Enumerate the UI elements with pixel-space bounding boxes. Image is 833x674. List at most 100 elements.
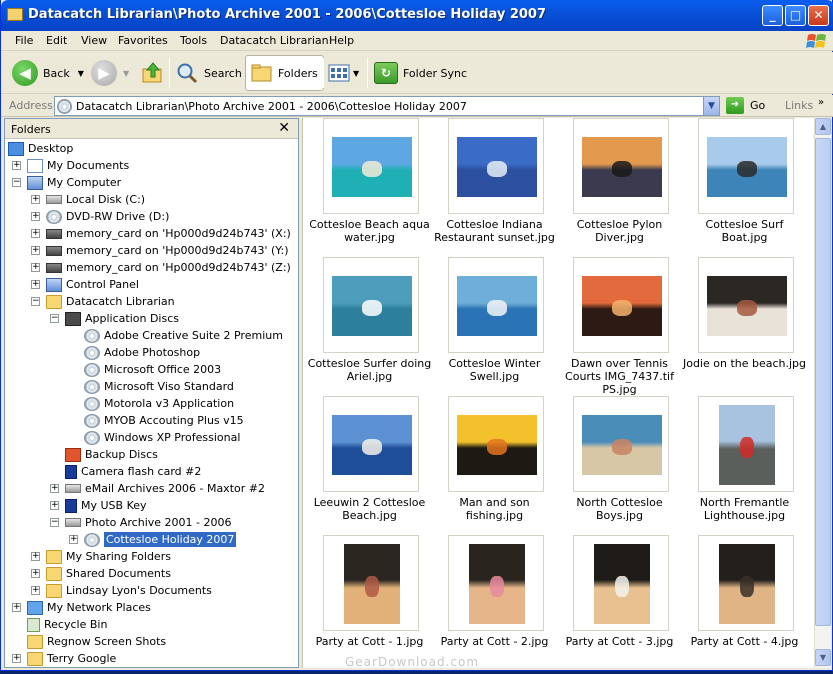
tree-item[interactable]: My USB Key: [65, 497, 147, 514]
expand-icon[interactable]: +: [12, 654, 21, 663]
menu-edit[interactable]: Edit: [46, 34, 67, 47]
address-dropdown-button[interactable]: ▼: [703, 97, 719, 115]
thumbnail-item[interactable]: Party at Cott - 2.jpg: [432, 535, 557, 674]
title-bar[interactable]: Datacatch Librarian\Photo Archive 2001 -…: [1, 0, 833, 31]
thumbnail-item[interactable]: Cottesloe Beach aqua water.jpg: [307, 118, 432, 257]
back-button[interactable]: ◀ Back ▼: [12, 55, 84, 91]
tree-item[interactable]: Adobe Creative Suite 2 Premium: [84, 327, 283, 344]
tree-item[interactable]: Microsoft Office 2003: [84, 361, 221, 378]
tree-item[interactable]: Application Discs: [65, 310, 179, 327]
tree-item[interactable]: Windows XP Professional: [84, 429, 240, 446]
tree-item[interactable]: Regnow Screen Shots: [27, 633, 166, 650]
thumbnail-item[interactable]: Cottesloe Surfer doing Ariel.jpg: [307, 257, 432, 396]
thumbnail-item[interactable]: Party at Cott - 3.jpg: [557, 535, 682, 674]
expand-icon[interactable]: +: [69, 535, 78, 544]
search-button[interactable]: Search: [175, 55, 242, 91]
collapse-icon[interactable]: −: [31, 297, 40, 306]
forward-button[interactable]: ▶ ▼: [91, 55, 129, 91]
tree-item[interactable]: memory_card on 'Hp000d9d24b743' (X:): [46, 225, 291, 242]
chevron-right-icon[interactable]: »: [818, 97, 824, 108]
thumbnail-item[interactable]: Cottesloe Surf Boat.jpg: [682, 118, 807, 257]
tree-item[interactable]: Recycle Bin: [27, 616, 107, 633]
chevron-down-icon[interactable]: ▼: [353, 69, 359, 78]
expand-icon[interactable]: +: [50, 501, 59, 510]
expand-icon[interactable]: +: [12, 161, 21, 170]
thumbnail-item[interactable]: North Fremantle Lighthouse.jpg: [682, 396, 807, 535]
expand-icon[interactable]: +: [31, 263, 40, 272]
tree-item[interactable]: Camera flash card #2: [65, 463, 201, 480]
tree-item[interactable]: Control Panel: [46, 276, 139, 293]
tree-item[interactable]: Desktop: [8, 140, 73, 157]
tree-item[interactable]: Cottesloe Holiday 2007: [84, 531, 237, 548]
chevron-down-icon[interactable]: ▼: [78, 69, 84, 78]
collapse-icon[interactable]: −: [50, 518, 59, 527]
maximize-button[interactable]: □: [785, 5, 806, 26]
tree-item[interactable]: My Sharing Folders: [46, 548, 171, 565]
expand-icon[interactable]: +: [12, 603, 21, 612]
expand-icon[interactable]: +: [31, 195, 40, 204]
tree-item[interactable]: Backup Discs: [65, 446, 158, 463]
tree-item[interactable]: Datacatch Librarian: [46, 293, 175, 310]
photo-subject: [487, 300, 507, 316]
expand-icon[interactable]: +: [31, 280, 40, 289]
tree-item[interactable]: Lindsay Lyon's Documents: [46, 582, 212, 599]
tree-item[interactable]: My Network Places: [27, 599, 151, 616]
scroll-down-button[interactable]: ▼: [815, 649, 831, 666]
tree-item[interactable]: My Documents: [27, 157, 129, 174]
go-button[interactable]: ➜ Go: [726, 97, 765, 114]
photo-subject: [365, 576, 379, 597]
thumbnail-item[interactable]: North Cottesloe Boys.jpg: [557, 396, 682, 535]
tree-item[interactable]: My Computer: [27, 174, 121, 191]
thumbnail-frame: [698, 118, 794, 214]
expand-icon[interactable]: +: [31, 552, 40, 561]
expand-icon[interactable]: +: [50, 484, 59, 493]
menu-tools[interactable]: Tools: [180, 34, 207, 47]
address-input[interactable]: Datacatch Librarian\Photo Archive 2001 -…: [54, 96, 720, 116]
tree-item[interactable]: Photo Archive 2001 - 2006: [65, 514, 231, 531]
expand-icon[interactable]: +: [31, 229, 40, 238]
collapse-icon[interactable]: −: [12, 178, 21, 187]
expand-icon[interactable]: +: [31, 246, 40, 255]
tree-item[interactable]: Microsoft Viso Standard: [84, 378, 234, 395]
expand-icon[interactable]: +: [31, 586, 40, 595]
tree-item[interactable]: memory_card on 'Hp000d9d24b743' (Y:): [46, 242, 289, 259]
folder-sync-button[interactable]: ↻ Folder Sync: [374, 55, 467, 91]
expand-icon[interactable]: +: [31, 212, 40, 221]
collapse-icon[interactable]: −: [50, 314, 59, 323]
close-icon[interactable]: ✕: [278, 120, 290, 136]
expand-icon[interactable]: +: [31, 569, 40, 578]
minimize-button[interactable]: _: [762, 5, 783, 26]
thumbnail-item[interactable]: Party at Cott - 1.jpg: [307, 535, 432, 674]
thumbnail-item[interactable]: Jodie on the beach.jpg: [682, 257, 807, 396]
tree-item[interactable]: Terry Google: [27, 650, 116, 667]
vertical-scrollbar[interactable]: ▲ ▼: [814, 118, 831, 668]
thumbnail-item[interactable]: Dawn over Tennis Courts IMG_7437.tif PS.…: [557, 257, 682, 396]
views-button[interactable]: ▼: [328, 55, 359, 91]
menu-file[interactable]: File: [15, 34, 33, 47]
tree-item[interactable]: DVD-RW Drive (D:): [46, 208, 169, 225]
tree-item[interactable]: MYOB Accouting Plus v15: [84, 412, 244, 429]
menu-favorites[interactable]: Favorites: [118, 34, 168, 47]
up-folder-button[interactable]: [141, 55, 165, 91]
tree-item[interactable]: eMail Archives 2006 - Maxtor #2: [65, 480, 265, 497]
scroll-up-button[interactable]: ▲: [815, 118, 831, 135]
menu-datacatch-librarian[interactable]: Datacatch Librarian: [220, 34, 329, 47]
tree-item[interactable]: Shared Documents: [46, 565, 171, 582]
close-button[interactable]: ✕: [808, 5, 829, 26]
thumbnail-item[interactable]: Party at Cott - 4.jpg: [682, 535, 807, 674]
thumbnail-item[interactable]: Cottesloe Indiana Restaurant sunset.jpg: [432, 118, 557, 257]
menu-view[interactable]: View: [81, 34, 107, 47]
thumbnail-item[interactable]: Man and son fishing.jpg: [432, 396, 557, 535]
tree-item[interactable]: Motorola v3 Application: [84, 395, 234, 412]
thumbnail-item[interactable]: Cottesloe Winter Swell.jpg: [432, 257, 557, 396]
scroll-thumb[interactable]: [815, 138, 831, 626]
tree-item[interactable]: Adobe Photoshop: [84, 344, 200, 361]
folders-button[interactable]: Folders: [245, 55, 324, 91]
tree-item[interactable]: memory_card on 'Hp000d9d24b743' (Z:): [46, 259, 291, 276]
tree-item[interactable]: Local Disk (C:): [46, 191, 145, 208]
chevron-down-icon[interactable]: ▼: [123, 69, 129, 78]
menu-help[interactable]: Help: [329, 34, 354, 47]
links-toolbar[interactable]: Links: [785, 99, 813, 112]
thumbnail-item[interactable]: Cottesloe Pylon Diver.jpg: [557, 118, 682, 257]
thumbnail-item[interactable]: Leeuwin 2 Cottesloe Beach.jpg: [307, 396, 432, 535]
